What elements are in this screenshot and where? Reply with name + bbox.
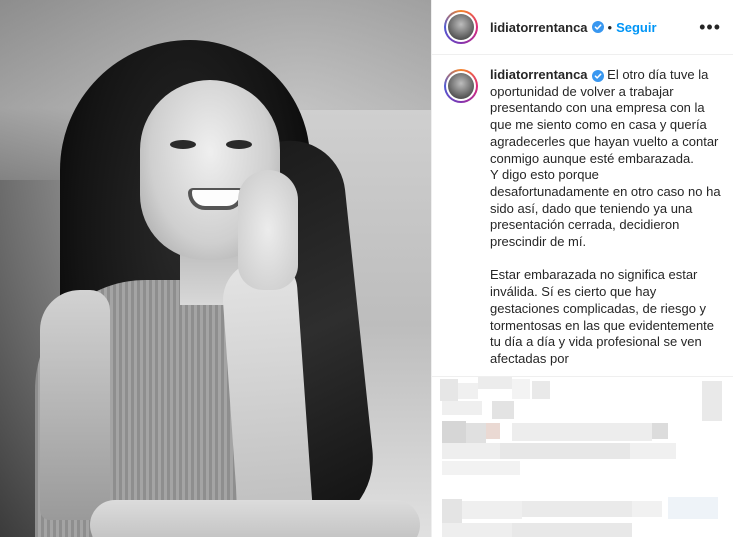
verified-badge-icon <box>591 21 604 33</box>
post-caption: lidiatorrentanca El otro día tuve la opo… <box>432 55 733 375</box>
caption-avatar-image <box>448 73 474 99</box>
pixel-block <box>458 383 478 399</box>
pixel-block <box>442 421 466 445</box>
caption-text: lidiatorrentanca El otro día tuve la opo… <box>490 67 721 375</box>
caption-avatar[interactable] <box>444 69 478 103</box>
pixel-block <box>632 501 662 517</box>
pixel-block <box>630 443 676 459</box>
caption-verified-badge-icon <box>591 69 604 82</box>
caption-body: El otro día tuve la oportunidad de volve… <box>490 67 721 366</box>
pixel-block <box>512 523 632 537</box>
pixel-block <box>702 381 722 421</box>
pixel-block <box>462 501 522 519</box>
post-header: lidiatorrentanca • Seguir ••• <box>432 0 733 55</box>
avatar[interactable] <box>444 10 478 44</box>
header-username[interactable]: lidiatorrentanca <box>490 20 588 35</box>
pixel-block <box>492 401 514 419</box>
pixel-block <box>652 423 668 439</box>
photo-smile <box>188 188 244 210</box>
header-separator: • <box>607 19 613 35</box>
photo-forearm <box>90 500 420 537</box>
caption-username[interactable]: lidiatorrentanca <box>490 67 588 82</box>
photo-eye-left <box>170 140 196 149</box>
pixel-block <box>442 499 462 523</box>
pixel-block <box>442 443 500 459</box>
photo-shoulder <box>40 290 110 520</box>
post-side-panel: lidiatorrentanca • Seguir ••• lidiatorre… <box>431 0 733 537</box>
pixel-block <box>440 379 458 401</box>
pixel-block <box>442 523 512 537</box>
pixel-block <box>478 377 512 389</box>
avatar-inner <box>446 12 476 42</box>
post-photo[interactable] <box>0 0 431 537</box>
pixel-block <box>668 497 718 519</box>
photo-eye-right <box>226 140 252 149</box>
caption-avatar-inner <box>446 71 476 101</box>
pixel-block <box>532 381 550 399</box>
pixel-block <box>442 461 520 475</box>
pixel-block <box>486 423 500 439</box>
photo-hand <box>238 170 298 290</box>
pixel-block <box>500 443 630 459</box>
pixel-block <box>512 423 652 441</box>
follow-button[interactable]: Seguir <box>616 20 656 35</box>
avatar-image <box>448 14 474 40</box>
more-options-icon[interactable]: ••• <box>699 18 721 36</box>
pixelated-comments-area <box>432 376 733 537</box>
pixel-block <box>442 401 482 415</box>
post-dialog: lidiatorrentanca • Seguir ••• lidiatorre… <box>0 0 733 537</box>
pixel-block <box>512 379 530 399</box>
pixel-block <box>522 501 632 517</box>
pixel-block <box>466 423 486 443</box>
